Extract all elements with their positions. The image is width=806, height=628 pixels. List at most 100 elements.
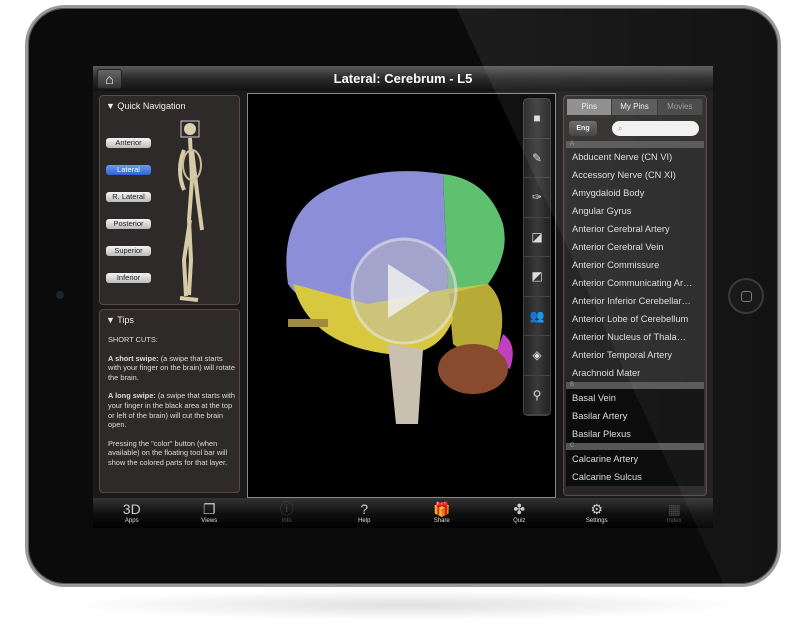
bottom-tab-bar: 3D Apps ❐ Views ⓘ Info? Help 🎁 Share ✤ Quiz ⚙ Settin… (93, 498, 713, 528)
list-item[interactable]: Anterior Cerebral Artery (566, 220, 704, 238)
page: Lateral: Cerebrum - L5 ⌂ ▼ Quick Navigat… (0, 0, 806, 628)
list-item[interactable]: Anterior Commissure (566, 256, 704, 274)
tip-label: A long swipe: (108, 391, 156, 401)
section-header: B (566, 382, 704, 389)
view-button-anterior[interactable]: Anterior (106, 138, 151, 148)
pins-tabs: Pins My Pins Movies (567, 99, 703, 115)
pin-icon: ⚲ (532, 387, 542, 402)
tab-apps[interactable]: 3D Apps (93, 498, 171, 528)
page-title: Lateral: Cerebrum - L5 (333, 71, 473, 86)
tip-long-swipe: A long swipe: (a swipe that starts with … (108, 391, 236, 429)
tab-label: Share (433, 518, 450, 524)
cut-plane-reverse-icon: ◩ (531, 269, 543, 284)
device-shadow (60, 590, 750, 620)
camera (56, 291, 64, 299)
scalpel-remove-tool[interactable]: ✑ (524, 178, 550, 218)
tab-settings[interactable]: ⚙ Settings (558, 498, 636, 528)
list-item[interactable]: Angular Gyrus (566, 202, 704, 220)
cut-plane-icon: ◪ (531, 229, 543, 244)
people-icon: 👥 (529, 308, 545, 323)
list-item[interactable]: Amygdaloid Body (566, 184, 704, 202)
scalpel-add-icon: ✎ (531, 150, 543, 165)
index-icon: ▦ (667, 501, 681, 517)
tip-label: A short swipe: (108, 353, 159, 363)
tab-quiz[interactable]: ✤ Quiz (481, 498, 559, 528)
list-item[interactable]: Basal Vein (566, 389, 704, 407)
view-button-posterior[interactable]: Posterior (106, 219, 151, 229)
help-icon: ? (360, 501, 369, 517)
tab-label: Apps (124, 518, 139, 524)
tab-info[interactable]: ⓘ Info (248, 498, 326, 528)
list-item[interactable]: Basilar Plexus (566, 425, 704, 443)
settings-icon: ⚙ (590, 501, 604, 517)
share-icon: 🎁 (433, 501, 451, 517)
tab-movies[interactable]: Movies (657, 99, 703, 115)
pin-tool[interactable]: ⚲ (524, 376, 550, 415)
floating-toolbar: ■ ✎ ✑ ◪ ◩ 👥 ◈ ⚲ (523, 98, 551, 416)
tip-color-button: Pressing the "color" button (when availa… (108, 438, 228, 467)
3d-viewer[interactable]: ■ ✎ ✑ ◪ ◩ 👥 ◈ ⚲ (247, 93, 556, 498)
info-icon: ⓘ (279, 501, 294, 517)
view-button-superior[interactable]: Superior (106, 246, 151, 256)
tab-label: Info (281, 518, 292, 524)
list-item[interactable]: Anterior Temporal Artery (566, 346, 704, 364)
title-bar: Lateral: Cerebrum - L5 (93, 66, 713, 91)
orientation-tool[interactable]: ◈ (524, 336, 550, 376)
tips-title: Tips (117, 315, 134, 325)
quick-navigation-header[interactable]: ▼ Quick Navigation (106, 101, 185, 111)
apps-icon: 3D (122, 501, 141, 517)
tab-label: Index (666, 518, 682, 524)
view-button-lateral[interactable]: Lateral (106, 165, 151, 175)
orientation-icon: ◈ (532, 348, 542, 363)
view-button-r-lateral[interactable]: R. Lateral (106, 192, 151, 202)
skeleton-figure[interactable] (172, 120, 212, 304)
view-button-inferior[interactable]: Inferior (106, 273, 151, 283)
section-header: C (566, 443, 704, 450)
tab-views[interactable]: ❐ Views (171, 498, 249, 528)
quick-navigation-panel: ▼ Quick Navigation Anterior Lateral R. Lat… (99, 95, 240, 305)
tip-short-swipe: A short swipe: (a swipe that starts with… (108, 354, 236, 383)
list-item[interactable]: Abducent Nerve (CN VI) (566, 148, 704, 166)
list-item[interactable]: Anterior Lobe of Cerebellum (566, 310, 704, 328)
tab-index[interactable]: ▦ Index (636, 498, 714, 528)
cut-plane-tool[interactable]: ◪ (524, 218, 550, 257)
scalpel-remove-icon: ✑ (531, 190, 543, 205)
scalpel-add-tool[interactable]: ✎ (524, 139, 550, 178)
list-item[interactable]: Basilar Artery (566, 407, 704, 425)
tab-label: Views (201, 518, 218, 524)
tab-label: Settings (585, 518, 608, 524)
search-input[interactable]: ⌕ (612, 121, 699, 136)
views-icon: ❐ (202, 501, 216, 517)
pins-list[interactable]: A Abducent Nerve (CN VI) Accessory Nerve (… (566, 141, 704, 494)
tips-heading: SHORT CUTS: (108, 335, 158, 344)
list-item[interactable]: Calcarine Sulcus (566, 468, 704, 486)
tab-label: Quiz (513, 518, 526, 524)
language-button[interactable]: Eng (569, 121, 597, 136)
tab-share[interactable]: 🎁 Share (403, 498, 481, 528)
list-item[interactable]: Arachnoid Mater (566, 364, 704, 382)
tips-content: SHORT CUTS: A short swipe: (a swipe that… (108, 335, 236, 477)
section-header: A (566, 141, 704, 148)
pins-panel: Pins My Pins Movies Eng ⌕ A Abducent Nerve … (563, 95, 707, 496)
list-item[interactable]: Anterior Inferior Cerebellar… (566, 292, 704, 310)
tips-panel: ▼ Tips SHORT CUTS: A short swipe: (a swi… (99, 309, 240, 493)
search-icon: ⌕ (618, 124, 623, 133)
tab-help[interactable]: ? Help (326, 498, 404, 528)
list-item[interactable]: Anterior Cerebral Vein (566, 238, 704, 256)
list-item[interactable]: Accessory Nerve (CN XI) (566, 166, 704, 184)
color-square-icon: ■ (533, 111, 541, 126)
home-icon: ⌂ (105, 71, 114, 87)
tips-header[interactable]: ▼ Tips (106, 315, 134, 325)
tab-pins[interactable]: Pins (567, 99, 613, 115)
list-item[interactable]: Calcarine Artery (566, 450, 704, 468)
tab-my-pins[interactable]: My Pins (612, 99, 658, 115)
color-square-tool[interactable]: ■ (524, 99, 550, 139)
cut-plane-reverse-tool[interactable]: ◩ (524, 257, 550, 297)
device-home-button[interactable] (728, 278, 764, 314)
quiz-icon: ✤ (513, 501, 526, 517)
list-item[interactable]: Anterior Nucleus of Thala… (566, 328, 704, 346)
home-button[interactable]: ⌂ (97, 69, 122, 89)
list-item[interactable]: Anterior Communicating Ar… (566, 274, 704, 292)
people-tool[interactable]: 👥 (524, 297, 550, 336)
brain-model[interactable] (248, 94, 555, 497)
